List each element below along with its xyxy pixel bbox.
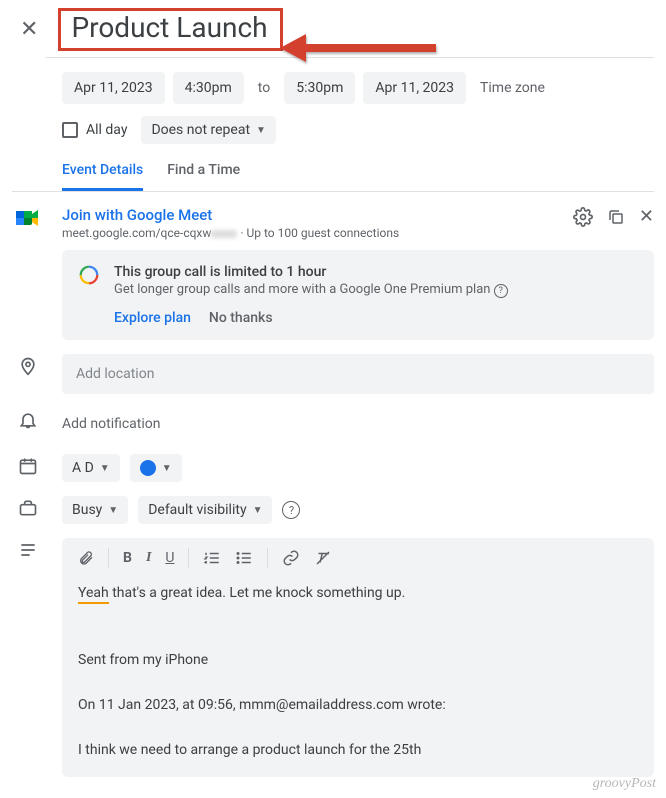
join-meet-link[interactable]: Join with Google Meet: [62, 206, 399, 224]
tab-find-time[interactable]: Find a Time: [167, 162, 240, 191]
location-icon: [12, 354, 44, 376]
briefcase-icon: [12, 496, 44, 518]
close-icon[interactable]: ✕: [12, 13, 46, 46]
bold-icon[interactable]: B: [123, 550, 132, 566]
gear-icon[interactable]: [573, 207, 593, 227]
visibility-help-icon[interactable]: ?: [282, 501, 300, 519]
calendar-icon: [12, 454, 44, 476]
allday-label: All day: [86, 122, 133, 138]
meet-guest-limit: Up to 100 guest connections: [247, 226, 400, 240]
start-date-button[interactable]: Apr 11, 2023: [62, 72, 165, 104]
tab-event-details[interactable]: Event Details: [62, 162, 143, 191]
calendar-owner-dropdown[interactable]: A D▼: [62, 454, 120, 482]
description-editor[interactable]: B I U Yeah that's a great idea. Let me k…: [62, 538, 654, 777]
title-highlight-annotation: Product Launch: [58, 8, 282, 51]
italic-icon[interactable]: I: [146, 550, 151, 566]
explore-plan-button[interactable]: Explore plan: [114, 310, 191, 326]
allday-checkbox[interactable]: [62, 122, 78, 138]
meet-url: meet.google.com/qce-cqxw: [62, 226, 211, 240]
repeat-dropdown[interactable]: Does not repeat▼: [141, 116, 276, 144]
location-input[interactable]: Add location: [62, 354, 654, 394]
google-one-icon: [78, 264, 100, 286]
description-icon: [12, 538, 44, 560]
end-time-button[interactable]: 5:30pm: [284, 72, 355, 104]
event-title-input[interactable]: Product Launch: [65, 9, 273, 46]
busy-dropdown[interactable]: Busy▼: [62, 496, 128, 524]
bullet-list-icon[interactable]: [235, 549, 253, 567]
arrow-annotation: [276, 28, 446, 68]
description-text[interactable]: Yeah that's a great idea. Let me knock s…: [78, 582, 638, 761]
watermark: groovyPost: [593, 776, 656, 792]
remove-meet-icon[interactable]: ✕: [639, 206, 654, 227]
color-dot-icon: [140, 460, 156, 476]
promo-subtitle: Get longer group calls and more with a G…: [114, 282, 490, 297]
visibility-dropdown[interactable]: Default visibility▼: [138, 496, 272, 524]
copy-icon[interactable]: [607, 208, 625, 226]
start-time-button[interactable]: 4:30pm: [173, 72, 244, 104]
numbered-list-icon[interactable]: [203, 549, 221, 567]
color-dropdown[interactable]: ▼: [130, 454, 182, 482]
google-meet-icon: [12, 206, 44, 228]
link-icon[interactable]: [282, 549, 300, 567]
google-one-promo: This group call is limited to 1 hour Get…: [62, 250, 654, 340]
no-thanks-button[interactable]: No thanks: [209, 310, 273, 326]
attach-icon[interactable]: [78, 549, 94, 567]
clear-format-icon[interactable]: [314, 549, 332, 567]
promo-title: This group call is limited to 1 hour: [114, 264, 508, 280]
add-notification-button[interactable]: Add notification: [62, 408, 654, 440]
bell-icon: [12, 408, 44, 430]
to-label: to: [252, 72, 276, 104]
help-icon[interactable]: ?: [494, 284, 508, 298]
timezone-button[interactable]: Time zone: [474, 72, 551, 104]
end-date-button[interactable]: Apr 11, 2023: [363, 72, 466, 104]
underline-icon[interactable]: U: [165, 550, 174, 566]
blurred-text: [211, 230, 237, 238]
